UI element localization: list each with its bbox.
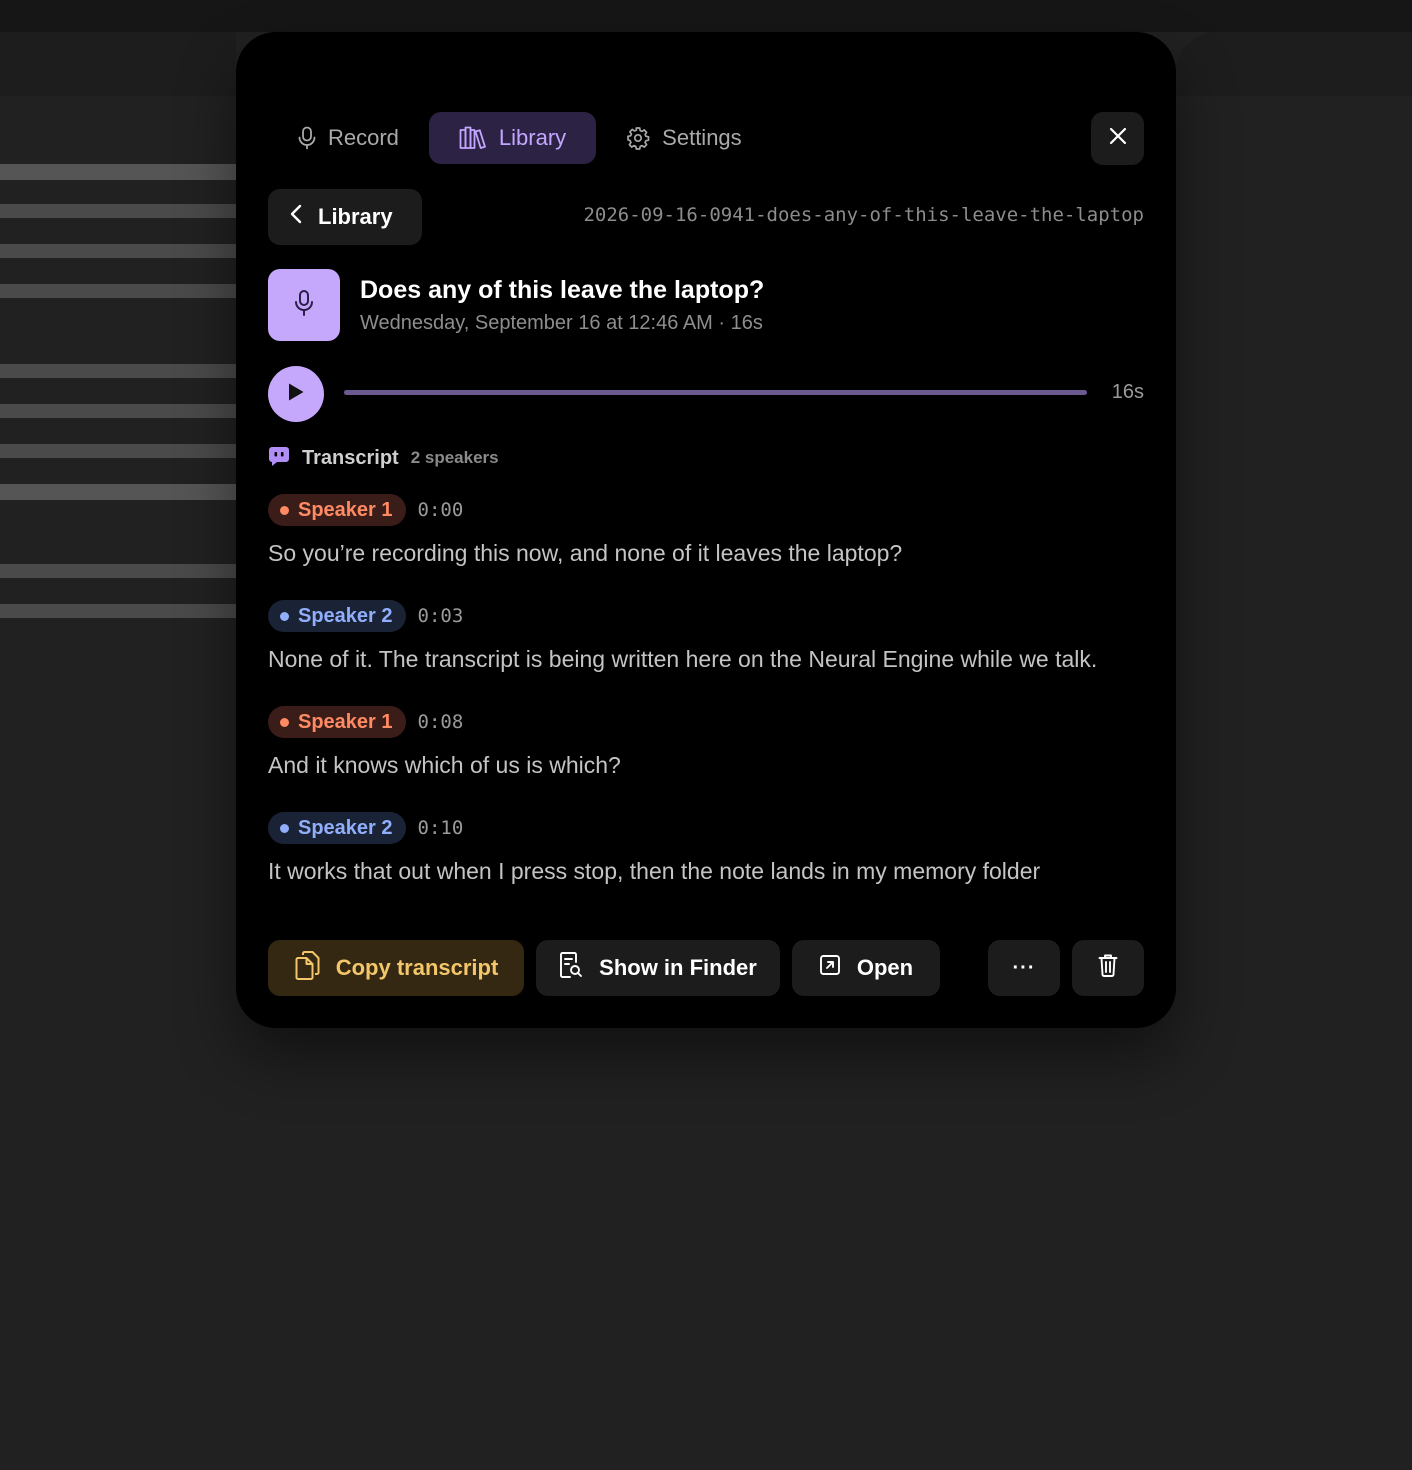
transcript-text: None of it. The transcript is being writ… <box>268 646 1098 672</box>
background-line <box>0 604 236 618</box>
tab-record[interactable]: Record <box>268 112 429 164</box>
open-label: Open <box>856 955 914 980</box>
tab-settings-label: Settings <box>662 125 742 150</box>
transcript-entry: Speaker 1 0:00 So you’re recording this … <box>268 494 1144 570</box>
back-button-label: Library <box>318 204 393 229</box>
gear-icon <box>626 126 650 150</box>
window-top-bar <box>0 0 1412 32</box>
speaker-name: Speaker 2 <box>298 816 393 839</box>
speaker-dot <box>280 823 289 833</box>
playback-duration: 16s <box>1111 381 1144 403</box>
background-panel-left <box>0 32 236 96</box>
speaker-name: Speaker 2 <box>298 604 393 627</box>
playback-progress-fill <box>344 390 1087 395</box>
trash-icon <box>1098 953 1118 983</box>
recording-title: Does any of this leave the laptop? <box>360 276 765 304</box>
background-line <box>0 164 236 180</box>
transcript-list[interactable]: Speaker 1 0:00 So you’re recording this … <box>268 494 1144 910</box>
transcript-header: Transcript 2 speakers <box>268 445 499 471</box>
timestamp[interactable]: 0:08 <box>418 711 464 733</box>
speaker-badge[interactable]: Speaker 1 <box>268 494 406 526</box>
speaker-dot <box>280 505 289 515</box>
background-line <box>0 364 236 378</box>
timestamp[interactable]: 0:03 <box>418 605 464 627</box>
play-button[interactable] <box>268 366 324 422</box>
background-line <box>0 244 236 258</box>
speaker-count: 2 speakers <box>410 448 499 467</box>
recording-meta: Wednesday, September 16 at 12:46 AM · 16… <box>360 312 763 334</box>
transcript-entry: Speaker 2 0:03 None of it. The transcrip… <box>268 600 1144 676</box>
background-line <box>0 204 236 218</box>
speaker-badge[interactable]: Speaker 2 <box>268 600 406 632</box>
action-bar: Copy transcript Show in Finder Open ··· <box>268 940 1144 996</box>
recording-filename: 2026-09-16-0941-does-any-of-this-leave-t… <box>583 204 1144 226</box>
transcript-entry-header: Speaker 1 0:08 <box>268 706 1144 738</box>
timestamp[interactable]: 0:10 <box>418 817 464 839</box>
copy-icon <box>294 950 320 986</box>
external-open-icon <box>819 954 841 982</box>
playback-scrubber[interactable] <box>344 390 1087 395</box>
speech-bubble-icon <box>268 445 290 472</box>
copy-transcript-label: Copy transcript <box>335 955 499 980</box>
speaker-name: Speaker 1 <box>298 498 393 521</box>
document-search-icon <box>559 951 583 985</box>
speaker-dot <box>280 611 289 621</box>
tab-settings[interactable]: Settings <box>596 112 772 164</box>
close-icon <box>1109 127 1127 150</box>
more-dots-icon: ··· <box>1012 956 1036 979</box>
tab-library-label: Library <box>498 125 567 150</box>
tab-record-label: Record <box>328 125 399 150</box>
speaker-badge[interactable]: Speaker 2 <box>268 812 406 844</box>
speaker-dot <box>280 717 289 727</box>
tab-library[interactable]: Library <box>428 112 597 164</box>
transcript-entry-header: Speaker 1 0:00 <box>268 494 1144 526</box>
transcript-entry: Speaker 2 0:10 It works that out when I … <box>268 812 1144 888</box>
transcript-text: So you’re recording this now, and none o… <box>268 540 903 566</box>
back-to-library-button[interactable]: Library <box>268 189 422 245</box>
copy-transcript-button[interactable]: Copy transcript <box>268 940 524 996</box>
transcript-entry-header: Speaker 2 0:10 <box>268 812 1144 844</box>
show-in-finder-button[interactable]: Show in Finder <box>536 940 780 996</box>
speaker-badge[interactable]: Speaker 1 <box>268 706 406 738</box>
close-button[interactable] <box>1091 112 1144 165</box>
background-line <box>0 404 236 418</box>
chevron-left-icon <box>290 204 302 230</box>
microphone-icon <box>298 126 316 150</box>
background-line <box>0 564 236 578</box>
transcript-text: And it knows which of us is which? <box>268 752 621 778</box>
recording-type-badge <box>268 269 340 341</box>
books-icon <box>459 126 487 150</box>
background-panel-right <box>1176 32 1412 96</box>
microphone-icon <box>294 289 314 322</box>
background-line <box>0 284 236 298</box>
transcript-text: It works that out when I press stop, the… <box>268 858 1041 884</box>
recording-detail-modal: Record Library Settings Library 2026-09-… <box>236 32 1176 1028</box>
transcript-label: Transcript <box>302 446 399 469</box>
timestamp[interactable]: 0:00 <box>418 499 464 521</box>
background-line <box>0 484 236 500</box>
transcript-entry: Speaker 1 0:08 And it knows which of us … <box>268 706 1144 782</box>
delete-button[interactable] <box>1072 940 1144 996</box>
tab-bar: Record Library Settings <box>268 112 772 164</box>
more-options-button[interactable]: ··· <box>988 940 1060 996</box>
show-in-finder-label: Show in Finder <box>599 955 757 980</box>
play-icon <box>287 382 305 407</box>
open-button[interactable]: Open <box>792 940 940 996</box>
background-line <box>0 444 236 458</box>
transcript-entry-header: Speaker 2 0:03 <box>268 600 1144 632</box>
speaker-name: Speaker 1 <box>298 710 393 733</box>
